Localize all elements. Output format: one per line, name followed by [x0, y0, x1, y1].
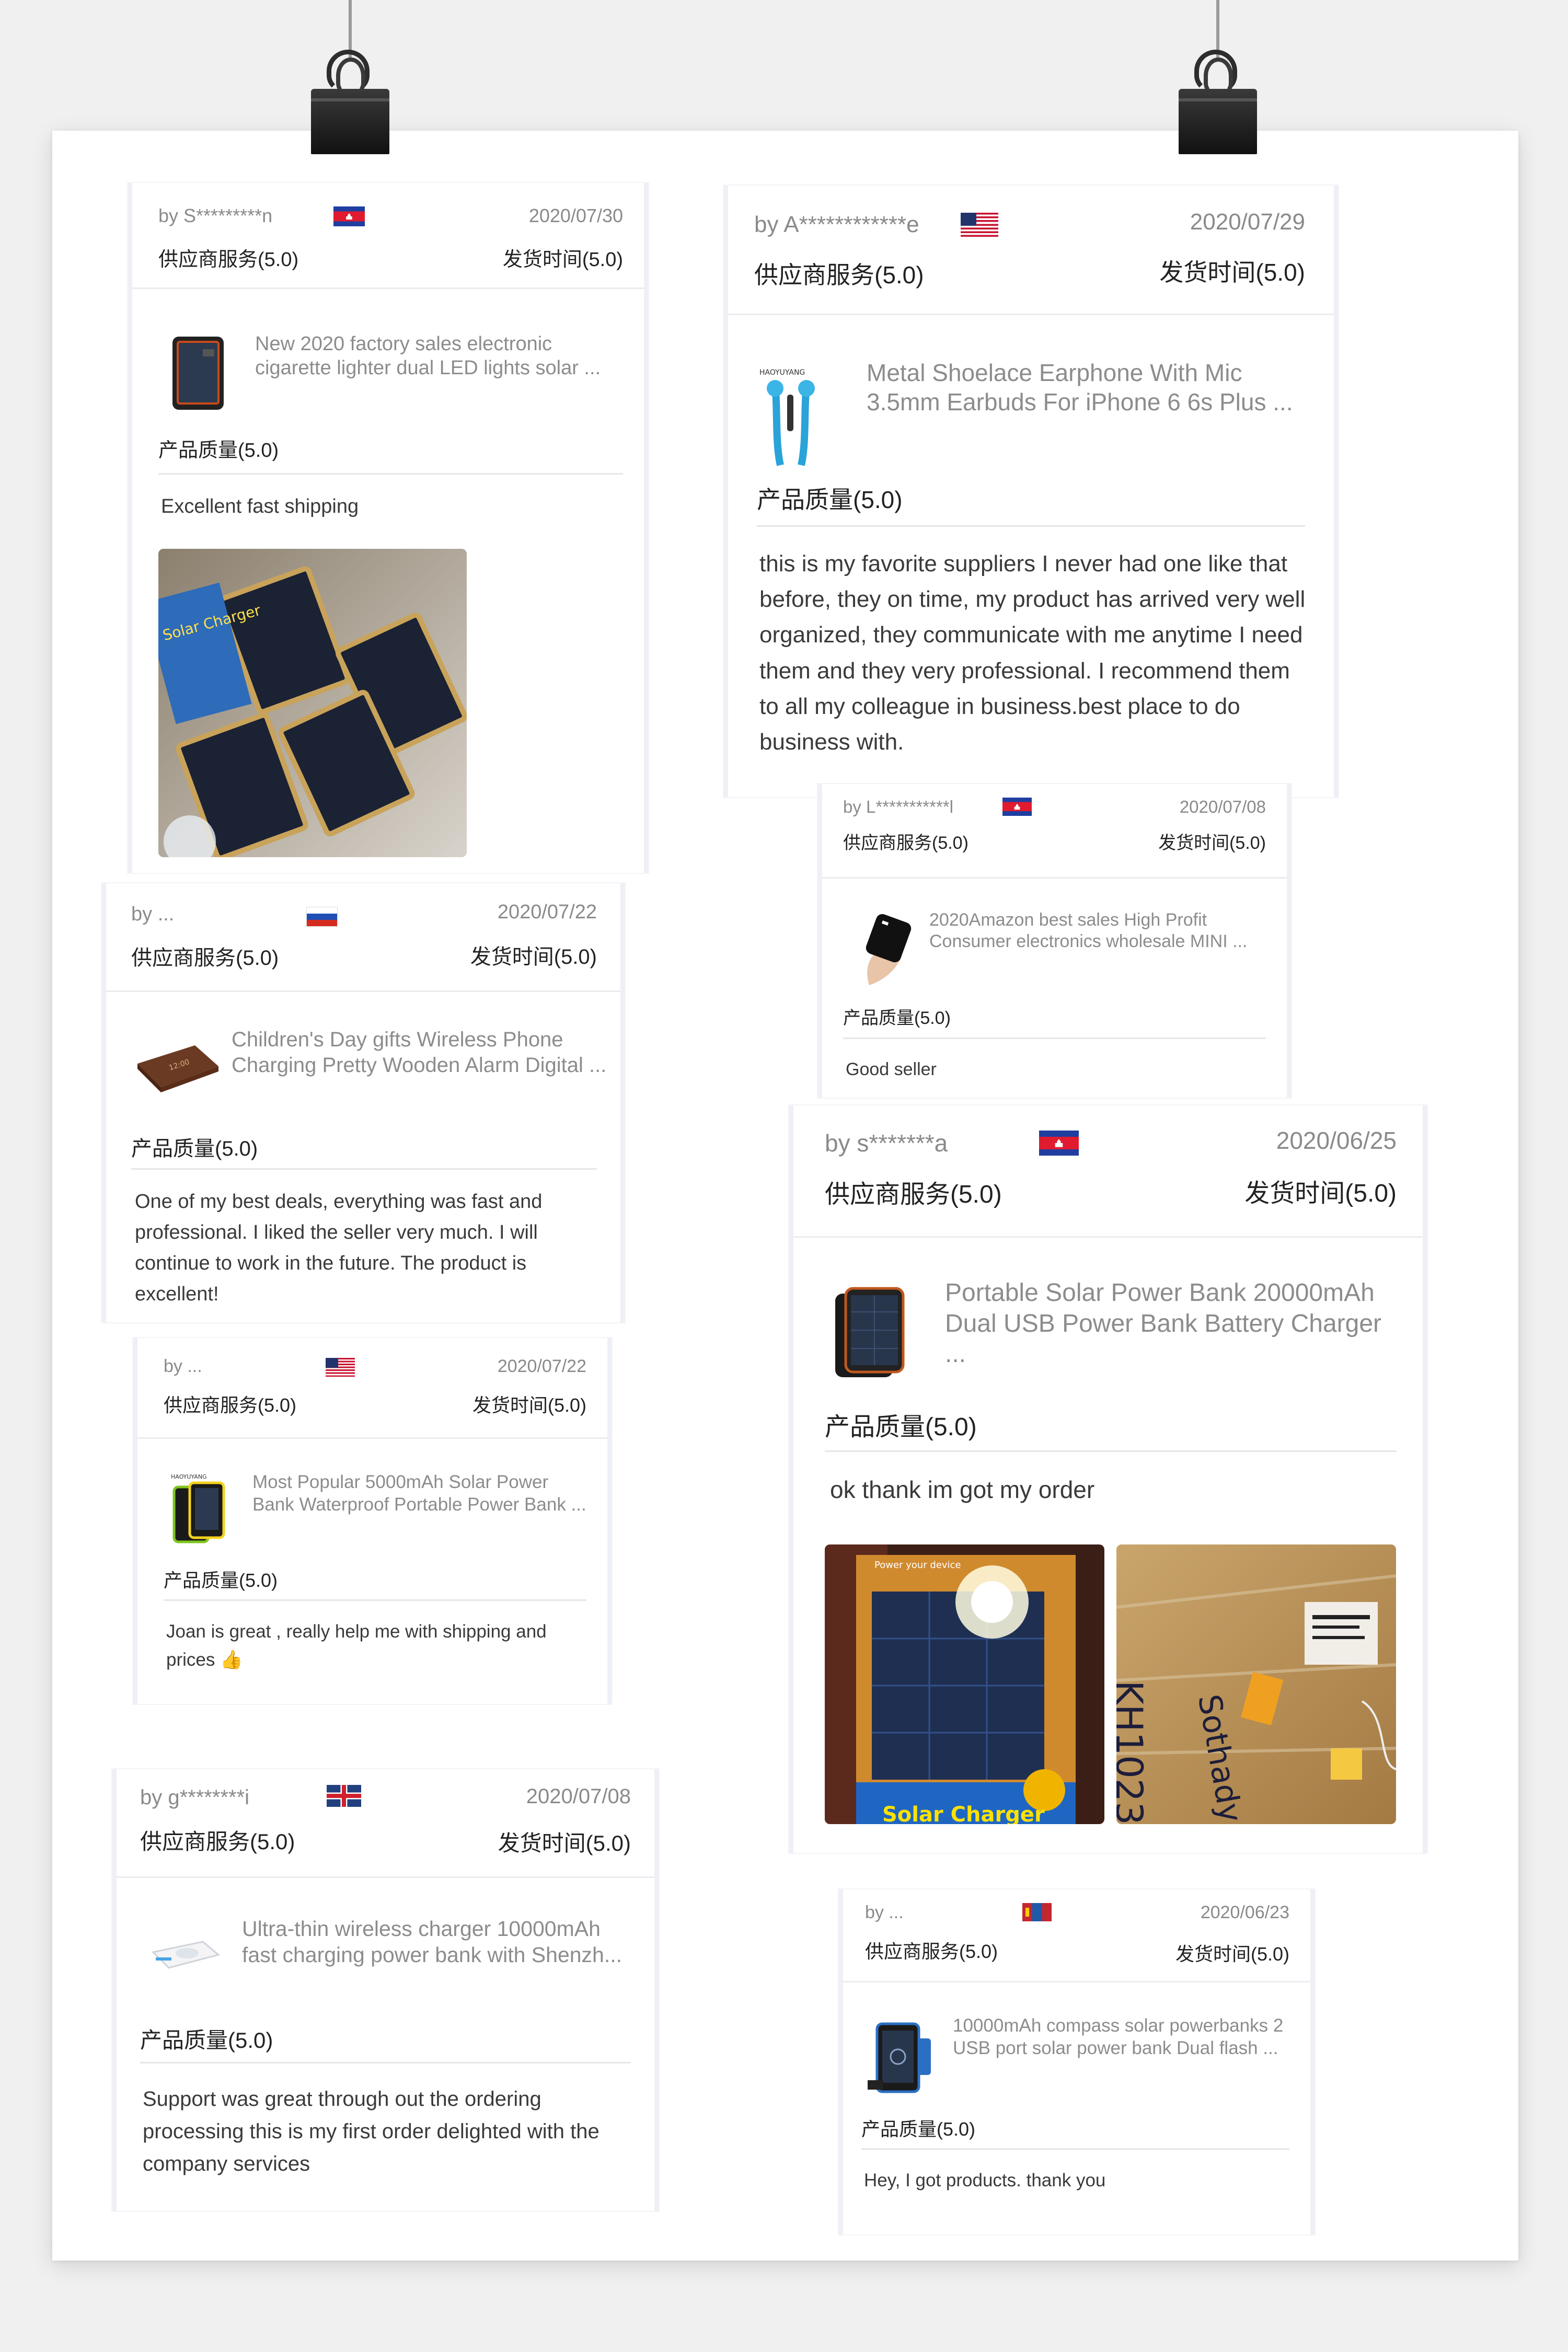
product-thumbnail — [854, 912, 914, 988]
product-quality-rating: 产品质量(5.0) — [757, 486, 903, 513]
supplier-service-rating: 供应商服务(5.0) — [865, 1941, 998, 1962]
right-binder-clip-icon — [1173, 0, 1262, 157]
review-comment: Excellent fast shipping — [161, 495, 359, 517]
product-title: New 2020 factory sales electronic cigare… — [255, 333, 601, 379]
review-date: 2020/07/29 — [1190, 209, 1305, 235]
divider — [131, 1168, 597, 1170]
photo-box-caption: Power your device — [874, 1560, 961, 1571]
review-card: by L***********l 2020/07/08 供应商服务(5.0) 发… — [818, 784, 1291, 1098]
product-thumbnail — [145, 1921, 224, 1984]
earphone-brand: HAOYUYANG — [759, 368, 805, 377]
review-comment: One of my best deals, everything was fas… — [135, 1191, 543, 1305]
product-thumbnail — [867, 2017, 940, 2096]
supplier-service-rating: 供应商服务(5.0) — [140, 1829, 295, 1854]
shipping-time-rating: 发货时间(5.0) — [472, 1394, 586, 1416]
russia-flag-icon — [306, 907, 338, 927]
supplier-service-rating: 供应商服务(5.0) — [158, 249, 299, 271]
shipping-time-rating: 发货时间(5.0) — [470, 946, 597, 969]
product-title: Children's Day gifts Wireless Phone Char… — [232, 1028, 607, 1077]
shipping-time-rating: 发货时间(5.0) — [502, 249, 623, 271]
divider — [158, 473, 623, 475]
powerbank-brand: HAOYUYANG — [171, 1473, 207, 1480]
reviewer-name: by ... — [865, 1903, 904, 1922]
reviewer-name: by g********i — [140, 1786, 250, 1809]
review-date: 2020/06/23 — [1200, 1903, 1289, 1922]
product-thumbnail — [166, 335, 234, 413]
shipping-time-rating: 发货时间(5.0) — [1175, 1943, 1289, 1965]
review-card: by ... 2020/06/23 供应商服务(5.0) 发货时间(5.0) 1… — [839, 1889, 1315, 2234]
usa-flag-icon — [961, 213, 998, 237]
reviewer-name: by ... — [131, 903, 175, 925]
cambodia-flag-icon — [333, 206, 365, 226]
review-comment: this is my favorite suppliers I never ha… — [759, 551, 1306, 755]
supplier-service-rating: 供应商服务(5.0) — [131, 947, 279, 970]
cambodia-flag-icon — [1002, 798, 1032, 816]
review-comment: Hey, I got products. thank you — [864, 2170, 1106, 2190]
product-thumbnail: HAOYUYANG — [757, 363, 825, 468]
product-quality-rating: 产品质量(5.0) — [861, 2118, 976, 2140]
reviewer-name: by A************e — [754, 212, 919, 237]
shipping-time-rating: 发货时间(5.0) — [1244, 1180, 1397, 1207]
review-date: 2020/07/22 — [497, 901, 597, 923]
shipping-time-rating: 发货时间(5.0) — [1159, 259, 1305, 286]
product-quality-rating: 产品质量(5.0) — [131, 1137, 258, 1160]
product-quality-rating: 产品质量(5.0) — [140, 2028, 273, 2053]
review-photo-solar-chargers[interactable]: Solar Charger — [158, 549, 467, 857]
divider — [164, 1599, 586, 1601]
review-photo-solar-charger-lit[interactable]: Power your device Solar Charger — [825, 1544, 1104, 1824]
supplier-service-rating: 供应商服务(5.0) — [164, 1394, 297, 1416]
divider — [757, 525, 1305, 527]
supplier-service-rating: 供应商服务(5.0) — [754, 261, 924, 289]
review-comment: Support was great through out the orderi… — [143, 2088, 599, 2175]
review-date: 2020/07/22 — [497, 1356, 586, 1376]
divider — [843, 1037, 1266, 1039]
shipping-time-rating: 发货时间(5.0) — [498, 1831, 631, 1855]
review-card: by A************e 2020/07/29 供应商服务(5.0) … — [724, 186, 1338, 797]
product-quality-rating: 产品质量(5.0) — [164, 1570, 278, 1591]
divider — [861, 2148, 1289, 2150]
product-thumbnail — [830, 1281, 921, 1380]
review-card: by s*******a 2020/06/25 供应商服务(5.0) 发货时间(… — [789, 1105, 1427, 1853]
divider — [825, 1450, 1397, 1452]
photo-box-text: Solar Charger — [882, 1803, 1045, 1824]
review-date: 2020/07/08 — [526, 1785, 631, 1808]
supplier-service-rating: 供应商服务(5.0) — [825, 1181, 1002, 1208]
product-quality-rating: 产品质量(5.0) — [843, 1008, 951, 1028]
review-date: 2020/07/30 — [528, 205, 623, 226]
parcel-handwriting-1: KH10236 — [1116, 1680, 1150, 1824]
mongolia-flag-icon — [1022, 1903, 1052, 1921]
product-title: Metal Shoelace Earphone With Mic 3.5mm E… — [867, 359, 1293, 416]
product-title: Most Popular 5000mAh Solar Power Bank Wa… — [252, 1472, 586, 1515]
product-thumbnail: HAOYUYANG — [169, 1471, 237, 1544]
cambodia-flag-icon — [1039, 1131, 1079, 1156]
divider — [140, 2062, 631, 2063]
reviewer-name: by ... — [164, 1356, 202, 1376]
product-title: Portable Solar Power Bank 20000mAh Dual … — [945, 1279, 1382, 1368]
product-quality-rating: 产品质量(5.0) — [158, 440, 279, 462]
product-quality-rating: 产品质量(5.0) — [825, 1413, 977, 1441]
review-comment: Joan is great , really help me with ship… — [166, 1621, 547, 1670]
review-card: by S*********n 2020/07/30 供应商服务(5.0) 发货时… — [128, 183, 648, 873]
review-date: 2020/06/25 — [1276, 1127, 1397, 1154]
product-title: 2020Amazon best sales High Profit Consum… — [929, 910, 1248, 952]
supplier-service-rating: 供应商服务(5.0) — [843, 833, 969, 853]
review-card: by ... 2020/07/22 供应商服务(5.0) 发货时间(5.0) 1… — [102, 883, 625, 1322]
review-photo-parcel[interactable]: KH10236 Sothady — [1116, 1544, 1396, 1824]
reviewer-name: by S*********n — [158, 205, 273, 226]
review-comment: ok thank im got my order — [830, 1476, 1095, 1503]
reviewer-name: by L***********l — [843, 797, 953, 816]
usa-flag-icon — [326, 1358, 355, 1377]
shipping-time-rating: 发货时间(5.0) — [1158, 833, 1266, 853]
uk-flag-icon — [327, 1785, 361, 1807]
product-title: Ultra-thin wireless charger 10000mAh fas… — [242, 1917, 622, 1967]
left-binder-clip-icon — [306, 0, 395, 157]
review-comment: Good seller — [846, 1059, 937, 1079]
product-title: 10000mAh compass solar powerbanks 2 USB … — [953, 2015, 1284, 2058]
product-thumbnail: 12:00 — [132, 1035, 221, 1098]
review-date: 2020/07/08 — [1179, 797, 1266, 816]
review-card: by g********i 2020/07/08 供应商服务(5.0) 发货时间… — [112, 1769, 659, 2211]
review-card: by ... 2020/07/22 供应商服务(5.0) 发货时间(5.0) H… — [133, 1338, 612, 1704]
reviewer-name: by s*******a — [825, 1129, 948, 1157]
